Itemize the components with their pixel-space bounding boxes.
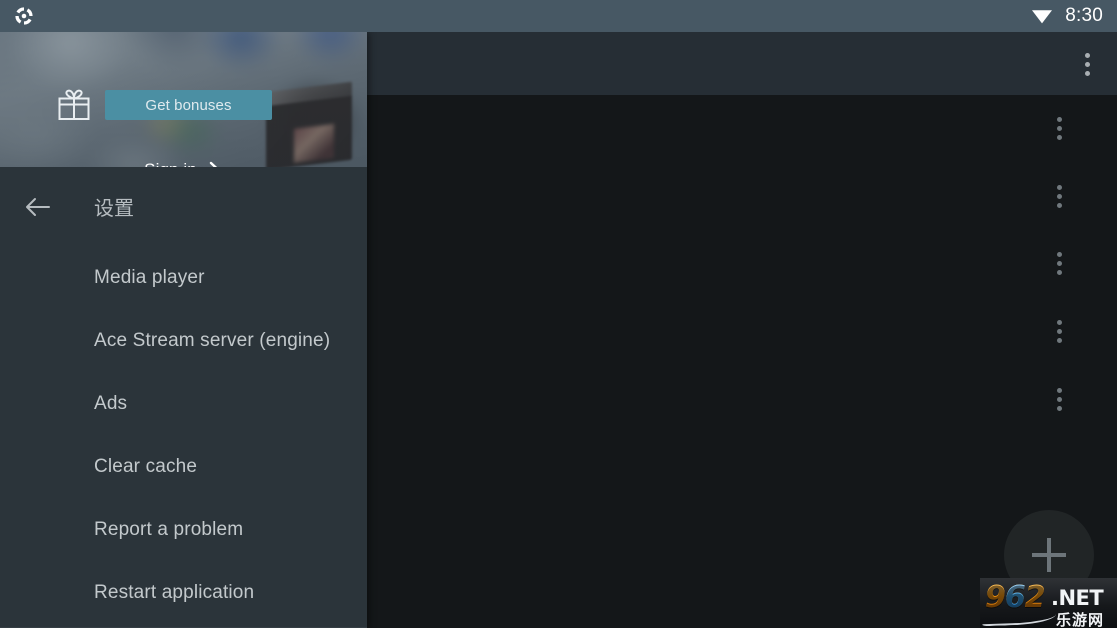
drawer-title-row: 设置: [0, 167, 367, 246]
status-clock: 8:30: [1065, 5, 1103, 26]
watermark-tld: .NET: [1051, 586, 1104, 610]
navigation-drawer: Get bonuses Sign in 设置 Media player: [0, 32, 367, 628]
dot: [1056, 193, 1062, 199]
dot: [1056, 396, 1062, 402]
dot: [1056, 328, 1062, 334]
sign-in-button[interactable]: Sign in: [0, 160, 367, 167]
dot: [1056, 405, 1062, 411]
list-row-overflow-icon-3[interactable]: [1043, 244, 1075, 282]
dot: [1056, 319, 1062, 325]
drawer-item-label: Clear cache: [94, 455, 198, 477]
dot: [1084, 70, 1090, 76]
dot: [1056, 125, 1062, 131]
dot: [1056, 337, 1062, 343]
drawer-item-clear-cache[interactable]: Clear cache: [0, 435, 367, 498]
drawer-item-media-player[interactable]: Media player: [0, 246, 367, 309]
dot: [1056, 202, 1062, 208]
acestream-logo-icon: [12, 4, 36, 28]
dot: [1056, 184, 1062, 190]
dot: [1056, 269, 1062, 275]
dot: [1056, 387, 1062, 393]
get-bonuses-button[interactable]: Get bonuses: [105, 90, 272, 120]
dot: [1056, 116, 1062, 122]
app-screen: 8:30 Get bonuses 设置 Media player Ace Str…: [0, 0, 1117, 628]
dot: [1056, 260, 1062, 266]
dot: [1084, 61, 1090, 67]
list-row-overflow-icon-5[interactable]: [1043, 380, 1075, 418]
site-watermark: 962 .NET 乐游网: [980, 578, 1117, 628]
drawer-item-label: Restart application: [94, 581, 255, 603]
sign-in-label: Sign in: [144, 160, 197, 167]
drawer-item-report-a-problem[interactable]: Report a problem: [0, 498, 367, 561]
gift-icon: [56, 87, 92, 121]
watermark-chinese-text: 乐游网: [1056, 612, 1105, 628]
list-row-overflow-icon-2[interactable]: [1043, 177, 1075, 215]
dot: [1056, 134, 1062, 140]
drawer-item-ace-stream-server[interactable]: Ace Stream server (engine): [0, 309, 367, 372]
dot: [1056, 251, 1062, 257]
drawer-header: Get bonuses Sign in: [0, 32, 367, 167]
wifi-icon: [1032, 10, 1053, 24]
drawer-item-restart-application[interactable]: Restart application: [0, 561, 367, 624]
watermark-swoosh: [981, 607, 1057, 627]
drawer-item-ads[interactable]: Ads: [0, 372, 367, 435]
dot: [1084, 52, 1090, 58]
drawer-body: 设置 Media player Ace Stream server (engin…: [0, 167, 367, 624]
list-row-overflow-icon-4[interactable]: [1043, 312, 1075, 350]
arrow-left-icon[interactable]: [22, 191, 54, 223]
drawer-item-label: Ace Stream server (engine): [94, 329, 331, 351]
status-bar: 8:30: [0, 0, 1117, 32]
more-vertical-icon[interactable]: [1071, 45, 1103, 83]
drawer-item-label: Report a problem: [94, 518, 244, 540]
plus-icon: [1032, 538, 1066, 572]
list-row-overflow-icon-1[interactable]: [1043, 109, 1075, 147]
drawer-item-label: Ads: [94, 392, 128, 414]
status-indicators: 8:30: [1030, 0, 1103, 32]
page-title: 设置: [94, 198, 134, 220]
drawer-item-label: Media player: [94, 266, 205, 288]
